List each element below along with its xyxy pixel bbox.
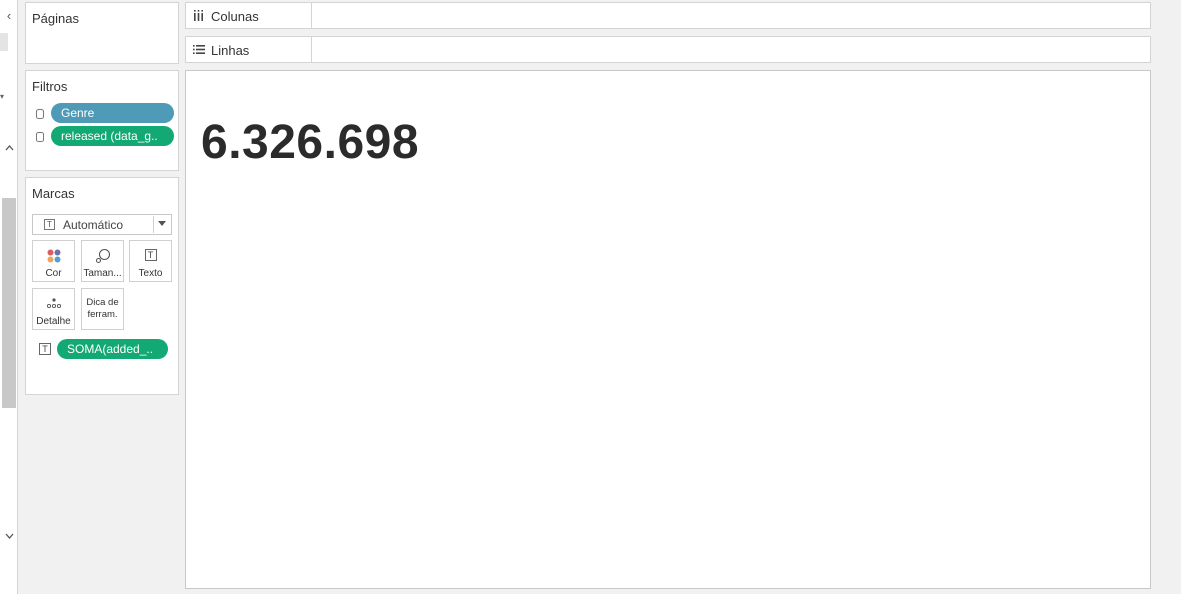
color-button[interactable]: Cor [32,240,75,282]
size-button[interactable]: Taman... [81,240,124,282]
filter-pill-released[interactable]: released (data_g.. [51,126,174,146]
detail-button-label: Detalhe [36,316,71,327]
color-button-label: Cor [45,268,62,279]
scrollbar-thumb[interactable] [2,198,16,408]
collapse-panel-button[interactable]: ‹ [0,0,18,30]
rows-drop-area[interactable] [312,37,1150,62]
rows-icon [193,44,205,58]
pages-title: Páginas [32,11,79,26]
filter-pill-genre[interactable]: Genre [51,103,174,123]
columns-icon [193,10,204,24]
chevron-left-icon: ‹ [6,7,12,23]
left-side-strip: ‹ ▾ [0,0,18,594]
tooltip-button-label-line1: Dica de [86,297,119,308]
text-icon[interactable]: T [39,343,51,355]
caret-down-icon[interactable]: ▾ [0,92,4,101]
detail-icon [46,298,61,309]
marks-card: Marcas T Automático Cor Taman... T Texto [25,177,179,395]
detail-button[interactable]: Detalhe [32,288,75,330]
rows-shelf: Linhas [185,36,1151,63]
tooltip-button[interactable]: Dica de ferram. [81,288,124,330]
text-icon: T [44,219,55,230]
columns-shelf-label: Colunas [211,9,259,24]
chevron-down-icon [5,533,13,539]
text-button-label: Texto [138,268,163,279]
dropdown-arrow-icon [158,221,166,226]
size-button-label: Taman... [83,268,122,279]
marks-title: Marcas [32,186,75,201]
mark-type-dropdown[interactable]: T Automático [32,214,172,235]
columns-shelf: Colunas [185,2,1151,29]
marks-field-pill[interactable]: SOMA(added_.. [57,339,168,359]
tooltip-button-label-line2: ferram. [87,309,118,320]
mark-type-value: Automático [63,218,124,232]
database-icon [36,132,44,142]
scroll-down-button[interactable] [2,528,16,544]
size-icon [95,248,110,264]
filters-card[interactable]: Filtros Genre released (data_g.. [25,70,179,171]
columns-drop-area[interactable] [312,3,1150,28]
kpi-value[interactable]: 6.326.698 [201,115,419,170]
scroll-up-button[interactable] [2,140,16,156]
rows-shelf-label: Linhas [211,43,250,58]
database-icon [36,109,44,119]
right-side-strip [1155,0,1181,594]
chevron-up-icon [5,145,13,151]
text-icon: T [144,249,157,261]
text-button[interactable]: T Texto [129,240,172,282]
data-pane-tab[interactable] [0,33,8,51]
color-dots-icon [47,249,60,263]
worksheet-view[interactable]: 6.326.698 [185,70,1151,589]
pages-card[interactable]: Páginas [25,2,179,64]
filters-title: Filtros [32,79,68,94]
dropdown-separator [153,216,154,233]
